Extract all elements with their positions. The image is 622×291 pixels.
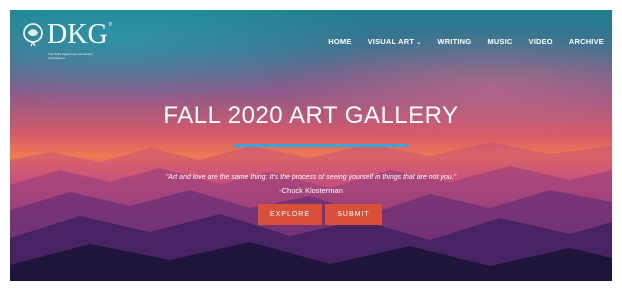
logo-text: DKG xyxy=(47,19,108,50)
page-title: FALL 2020 ART GALLERY xyxy=(163,102,459,129)
chevron-down-icon: ⌄ xyxy=(416,40,422,46)
logo-subtitle: The Delta Kappa Gamma Society Internatio… xyxy=(48,52,93,60)
title-underline xyxy=(234,144,408,147)
quote-text: "Art and love are the same thing: It's t… xyxy=(165,174,457,181)
nav-home[interactable]: HOME xyxy=(328,37,351,46)
main-nav: HOME VISUAL ART ⌄ WRITING MUSIC VIDEO ARC… xyxy=(312,37,604,46)
registered-mark: ® xyxy=(108,22,113,28)
dkg-logo[interactable]: DKG ® The Delta Kappa Gamma Society Inte… xyxy=(22,19,113,60)
explore-button[interactable]: EXPLORE xyxy=(258,204,322,225)
nav-archive[interactable]: ARCHIVE xyxy=(569,37,604,46)
nav-writing-label: WRITING xyxy=(437,37,472,46)
nav-video[interactable]: VIDEO xyxy=(529,37,553,46)
nav-archive-label: ARCHIVE xyxy=(568,37,604,46)
submit-button[interactable]: SUBMIT xyxy=(325,204,382,225)
hero-section: DKG ® The Delta Kappa Gamma Society Inte… xyxy=(10,10,612,281)
nav-music-label: MUSIC xyxy=(487,37,513,46)
nav-video-label: VIDEO xyxy=(528,37,553,46)
quote-author: -Chuck Klosterman xyxy=(279,186,343,195)
nav-writing[interactable]: WRITING xyxy=(437,37,471,46)
nav-music[interactable]: MUSIC xyxy=(487,37,512,46)
nav-home-label: HOME xyxy=(328,37,352,46)
nav-visual-art[interactable]: VISUAL ART ⌄ xyxy=(368,37,422,46)
nav-visual-art-label: VISUAL ART xyxy=(367,37,415,46)
rose-logo-icon xyxy=(23,23,43,46)
